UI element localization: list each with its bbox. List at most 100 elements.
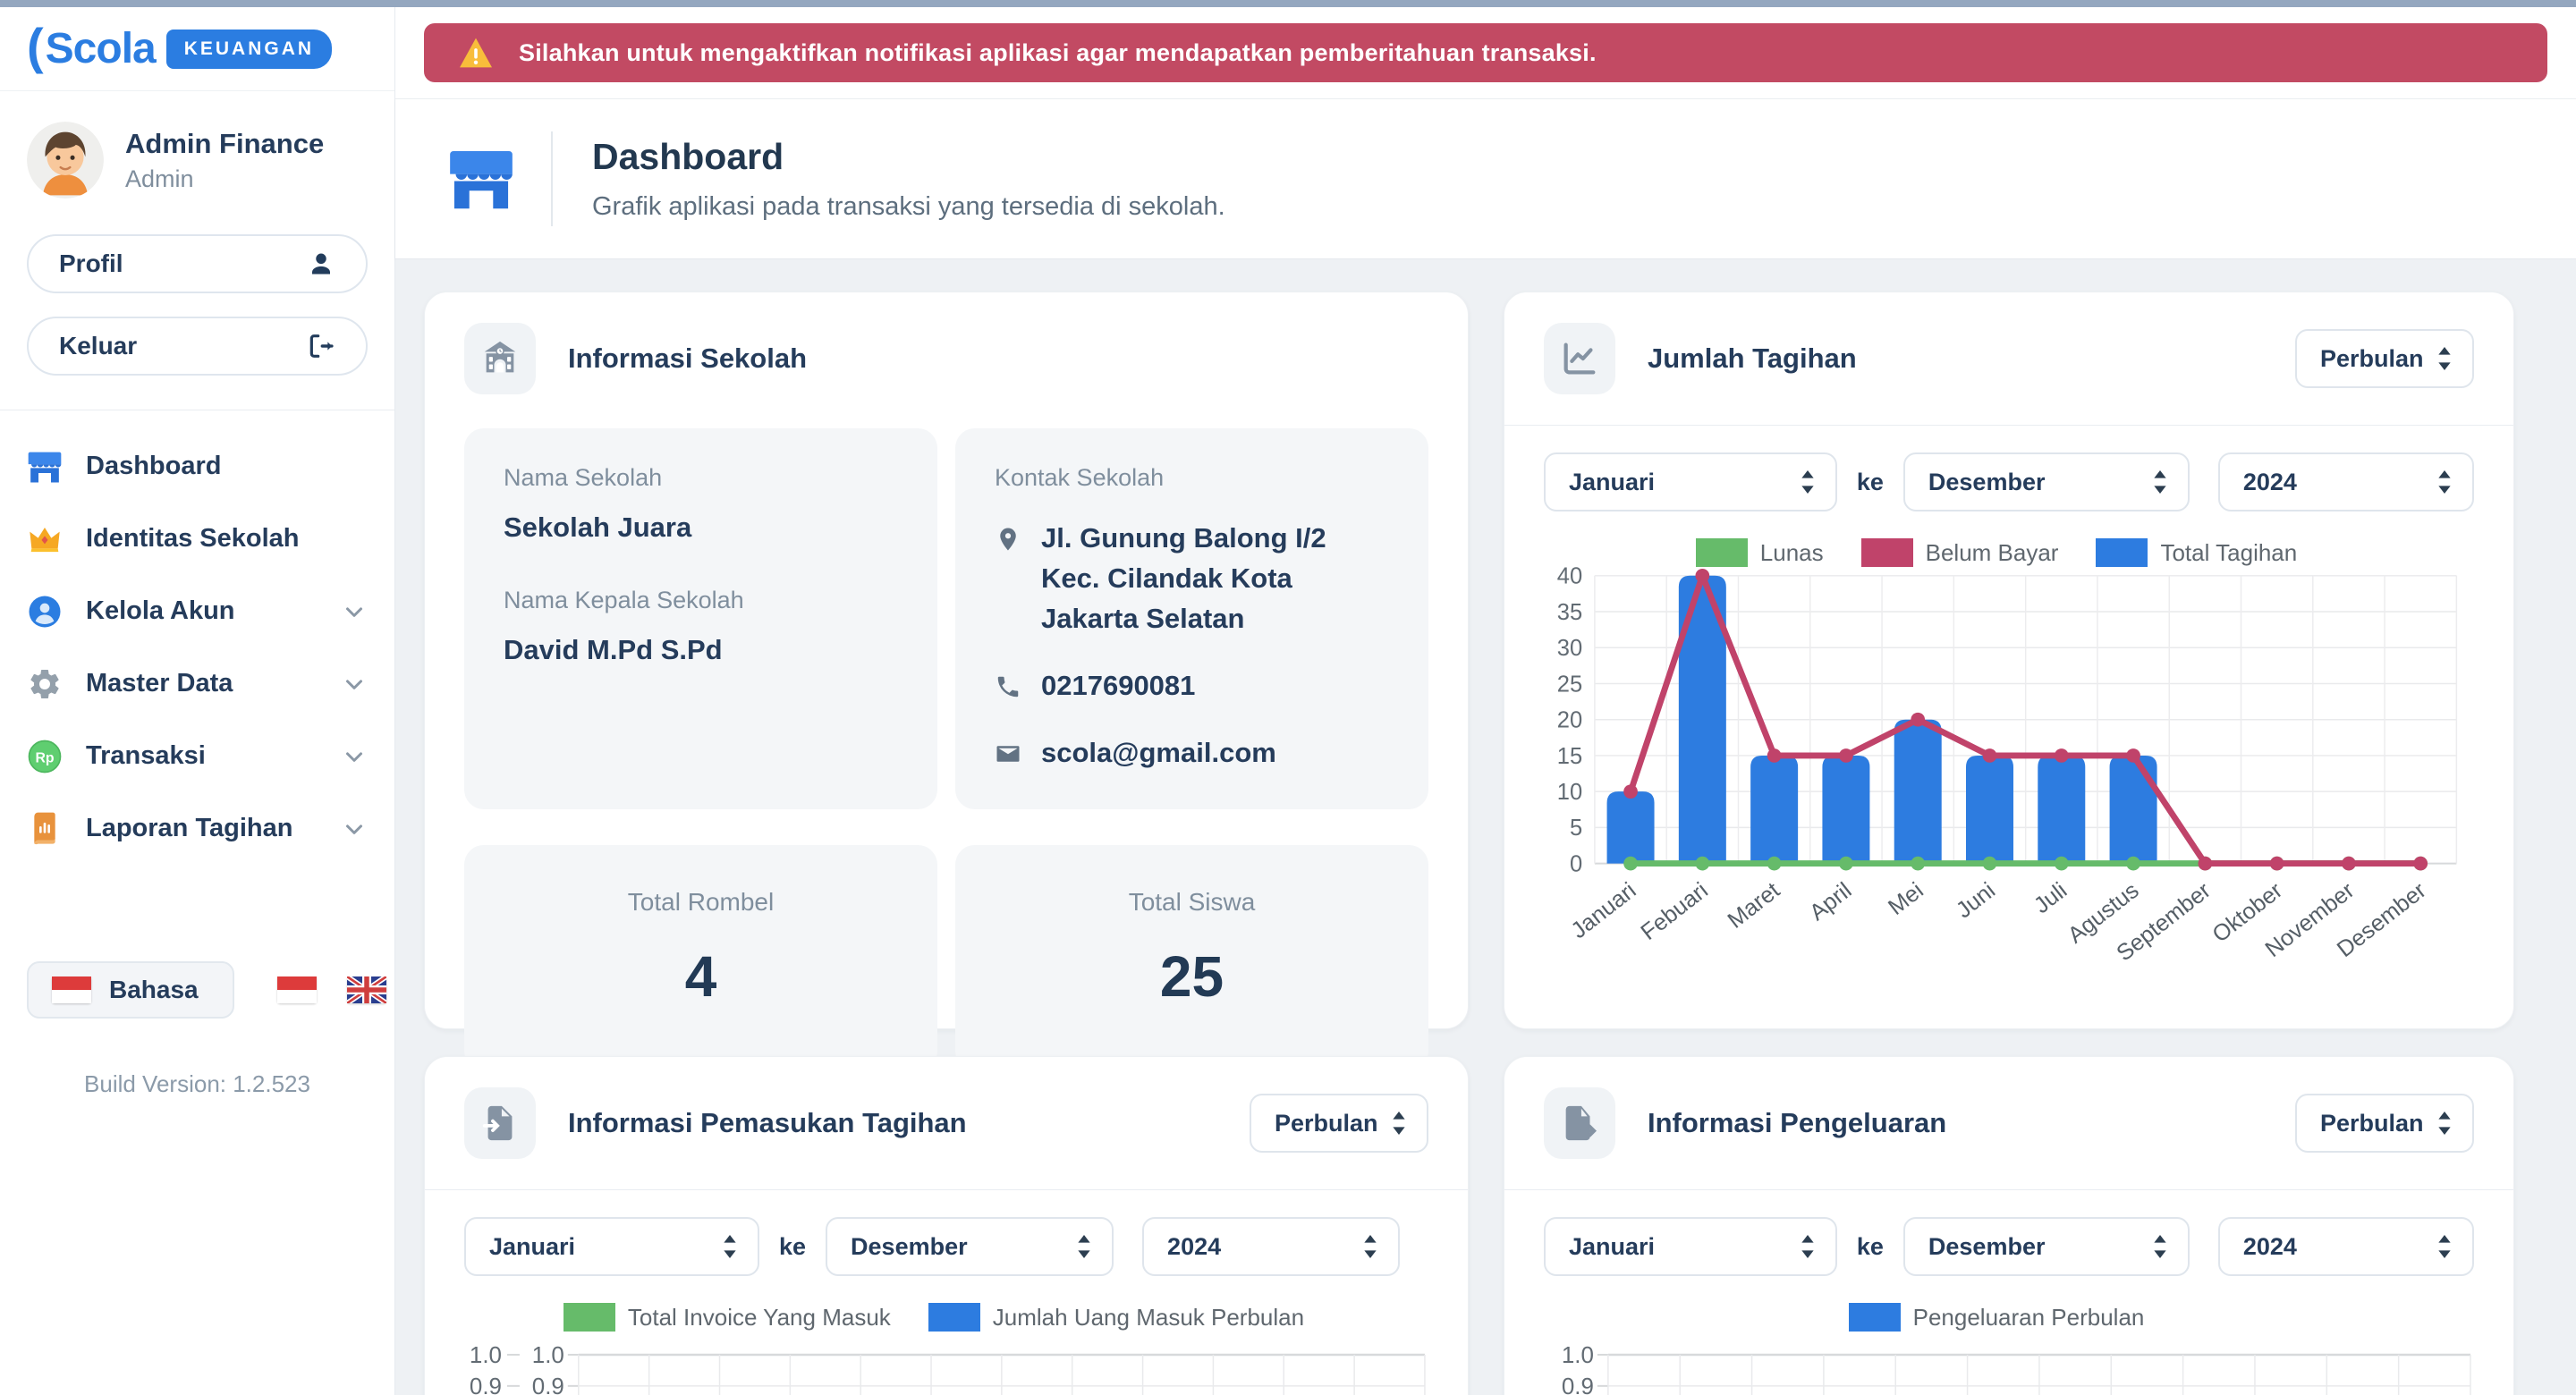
svg-text:10: 10 — [1557, 780, 1582, 805]
svg-text:0: 0 — [1570, 851, 1582, 876]
legend-swatch — [928, 1303, 980, 1332]
indonesia-flag-icon — [52, 976, 91, 1003]
card-jumlah-tagihan: Jumlah Tagihan Perbulan Januari ke Desem… — [1504, 292, 2514, 1029]
legend-label: Total Invoice Yang Masuk — [628, 1304, 891, 1332]
month-from-select[interactable]: Januari — [1544, 452, 1837, 512]
svg-text:1.0: 1.0 — [1562, 1343, 1594, 1368]
legend-label: Jumlah Uang Masuk Perbulan — [993, 1304, 1304, 1332]
month-to-select[interactable]: Desember — [826, 1217, 1114, 1276]
chart-legend: Pengeluaran Perbulan — [1544, 1303, 2474, 1332]
language-selector[interactable]: Bahasa — [27, 961, 234, 1019]
school-name-value: Sekolah Juara — [504, 512, 898, 544]
page-subtitle: Grafik aplikasi pada transaksi yang ters… — [592, 192, 1225, 222]
period-select[interactable]: Perbulan — [2295, 1094, 2474, 1153]
card-title: Informasi Pengeluaran — [1648, 1107, 1946, 1139]
avatar — [27, 122, 104, 199]
top-edge-strip — [0, 0, 2576, 7]
period-select[interactable]: Perbulan — [2295, 329, 2474, 388]
select-arrows-icon — [1362, 1235, 1378, 1258]
svg-text:Juli: Juli — [2029, 878, 2072, 919]
svg-text:25: 25 — [1557, 672, 1582, 697]
select-arrows-icon — [2152, 470, 2168, 494]
year-select[interactable]: 2024 — [2218, 452, 2474, 512]
total-siswa-value: 25 — [1160, 943, 1224, 1010]
uk-flag-option[interactable] — [347, 976, 386, 1003]
date-filters: Januari ke Desember 2024 — [464, 1217, 1428, 1276]
contact-label: Kontak Sekolah — [995, 464, 1389, 492]
gear-wrench-icon — [27, 666, 63, 702]
legend-swatch — [1849, 1303, 1901, 1332]
total-rombel-value: 4 — [685, 943, 717, 1010]
sidebar-item-laporan-tagihan[interactable]: Laporan Tagihan — [27, 792, 368, 865]
logout-button[interactable]: Keluar — [27, 317, 368, 376]
storefront-icon — [447, 148, 515, 210]
select-arrows-icon — [1076, 1235, 1092, 1258]
pemasukan-chart: 1.01.00.90.9 — [464, 1332, 1428, 1395]
sidebar-item-master-data[interactable]: Master Data — [27, 647, 368, 720]
month-to-select[interactable]: Desember — [1903, 452, 2190, 512]
legend-swatch — [1696, 538, 1748, 567]
school-phone: 0217690081 — [1041, 666, 1195, 706]
sidebar-item-kelola-akun[interactable]: Kelola Akun — [27, 575, 368, 647]
build-version: Build Version: 1.2.523 — [27, 1070, 368, 1098]
svg-text:Maret: Maret — [1724, 878, 1785, 934]
sidebar-item-label: Transaksi — [86, 741, 206, 771]
sidebar-nav: Dashboard Identitas Sekolah Kelola Akun Mas… — [27, 430, 368, 865]
app-logo[interactable]: ( Scola KEUANGAN — [0, 7, 394, 91]
month-from-select[interactable]: Januari — [1544, 1217, 1837, 1276]
headmaster-value: David M.Pd S.Pd — [504, 634, 898, 666]
line-chart-icon — [1544, 323, 1615, 394]
select-arrows-icon — [1800, 470, 1816, 494]
year-select[interactable]: 2024 — [2218, 1217, 2474, 1276]
jumlah-tagihan-chart: 0510152025303540JanuariFebuariMaretApril… — [1544, 567, 2474, 997]
notification-banner[interactable]: Silahkan untuk mengaktifkan notifikasi a… — [424, 23, 2547, 82]
user-role: Admin — [125, 165, 324, 193]
language-row: Bahasa — [27, 961, 368, 1019]
profile-button[interactable]: Profil — [27, 234, 368, 293]
app-root: ( Scola KEUANGAN Adm — [0, 7, 2576, 1395]
card-informasi-sekolah: Informasi Sekolah Nama Sekolah Sekolah J… — [424, 292, 1469, 1029]
logo-text: Scola — [46, 24, 156, 73]
svg-text:Mei: Mei — [1884, 878, 1928, 920]
date-filters: Januari ke Desember 2024 — [1544, 1217, 2474, 1276]
legend-swatch — [2096, 538, 2148, 567]
headmaster-label: Nama Kepala Sekolah — [504, 587, 898, 614]
chevron-down-icon — [341, 598, 368, 625]
chevron-down-icon — [341, 816, 368, 842]
total-rombel-panel: Total Rombel 4 — [464, 845, 937, 1070]
select-arrows-icon — [1800, 1235, 1816, 1258]
phone-icon — [995, 673, 1021, 700]
month-from-select[interactable]: Januari — [464, 1217, 759, 1276]
sidebar-item-label: Laporan Tagihan — [86, 814, 292, 843]
indonesia-flag-option[interactable] — [277, 976, 317, 1003]
pengeluaran-chart: 1.00.9 — [1544, 1332, 2474, 1395]
sidebar-item-identitas-sekolah[interactable]: Identitas Sekolah — [27, 503, 368, 575]
document-in-icon — [464, 1087, 536, 1159]
month-to-select[interactable]: Desember — [1903, 1217, 2190, 1276]
report-book-icon — [27, 811, 63, 847]
chart-legend: Total Invoice Yang Masuk Jumlah Uang Masu… — [464, 1303, 1428, 1332]
storefront-icon — [27, 449, 63, 485]
sidebar-item-dashboard[interactable]: Dashboard — [27, 430, 368, 503]
svg-text:0.9: 0.9 — [1562, 1374, 1594, 1395]
svg-text:30: 30 — [1557, 636, 1582, 661]
svg-text:1.0: 1.0 — [532, 1343, 564, 1368]
user-profile-summary: Admin Finance Admin — [27, 122, 368, 199]
sidebar-item-label: Master Data — [86, 669, 233, 698]
legend-label: Pengeluaran Perbulan — [1913, 1304, 2145, 1332]
period-select[interactable]: Perbulan — [1250, 1094, 1428, 1153]
year-select[interactable]: 2024 — [1142, 1217, 1400, 1276]
card-title: Informasi Sekolah — [568, 342, 807, 375]
sidebar-item-transaksi[interactable]: RpTransaksi — [27, 720, 368, 792]
card-title: Informasi Pemasukan Tagihan — [568, 1107, 967, 1139]
sidebar-item-label: Identitas Sekolah — [86, 524, 300, 554]
select-arrows-icon — [2152, 1235, 2168, 1258]
sidebar-item-label: Dashboard — [86, 452, 221, 481]
svg-text:April: April — [1805, 878, 1856, 926]
svg-text:40: 40 — [1557, 567, 1582, 589]
svg-text:Januari: Januari — [1566, 878, 1640, 944]
header-divider — [551, 131, 553, 226]
svg-text:0.9: 0.9 — [532, 1374, 564, 1395]
svg-text:Febuari: Febuari — [1637, 878, 1713, 945]
legend-label: Lunas — [1760, 539, 1824, 567]
